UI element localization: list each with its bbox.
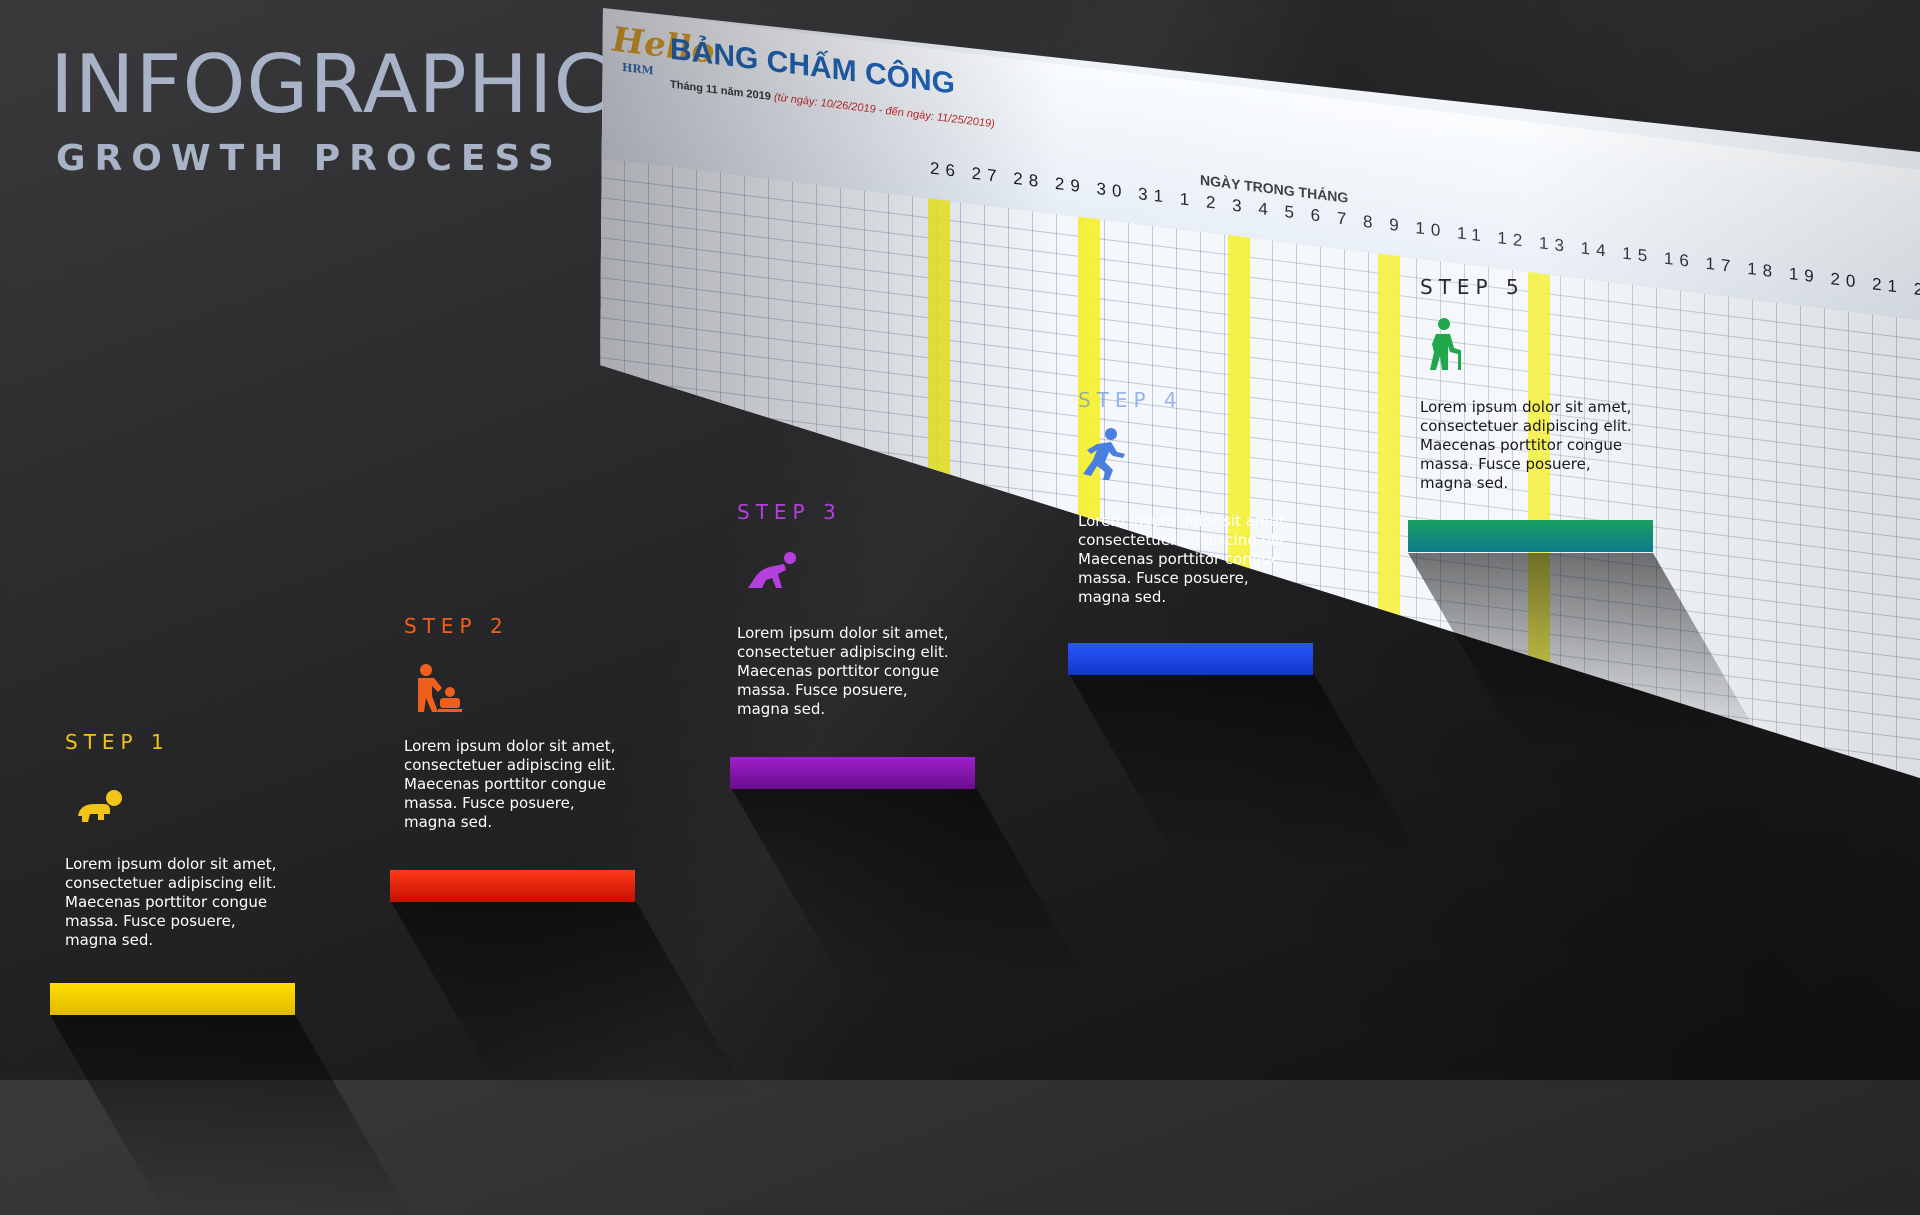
step-5-bar	[1408, 520, 1653, 552]
step-5-text: Lorem ipsum dolor sit amet, consectetuer…	[1420, 398, 1632, 492]
step-5-label: STEP 5	[1420, 275, 1525, 299]
runner-icon	[1083, 428, 1125, 480]
step-4-shadow	[1068, 672, 1429, 872]
page-title: INFOGRAPHICS	[50, 38, 663, 131]
step-4-text: Lorem ipsum dolor sit amet, consectetuer…	[1078, 512, 1290, 606]
parent-child-icon	[418, 664, 462, 712]
sprinter-start-icon	[748, 552, 796, 588]
step-1-text: Lorem ipsum dolor sit amet, consectetuer…	[65, 855, 277, 949]
step-3-label: STEP 3	[737, 500, 842, 524]
step-2-shadow	[390, 900, 751, 1100]
step-1-shadow	[50, 1015, 411, 1215]
elder-with-cane-icon	[1430, 318, 1461, 370]
step-2-label: STEP 2	[404, 614, 509, 638]
step-4-bar	[1068, 643, 1313, 675]
step-3-bar	[730, 757, 975, 789]
step-3-shadow	[730, 786, 1091, 986]
step-1-label: STEP 1	[65, 730, 170, 754]
page-subtitle: GROWTH PROCESS	[56, 138, 563, 179]
step-3-text: Lorem ipsum dolor sit amet, consectetuer…	[737, 624, 949, 718]
step-4-label: STEP 4	[1078, 388, 1183, 412]
step-2-text: Lorem ipsum dolor sit amet, consectetuer…	[404, 737, 616, 831]
crawling-baby-icon	[78, 790, 122, 822]
step-2-bar	[390, 870, 635, 902]
step-1-bar	[50, 983, 295, 1015]
